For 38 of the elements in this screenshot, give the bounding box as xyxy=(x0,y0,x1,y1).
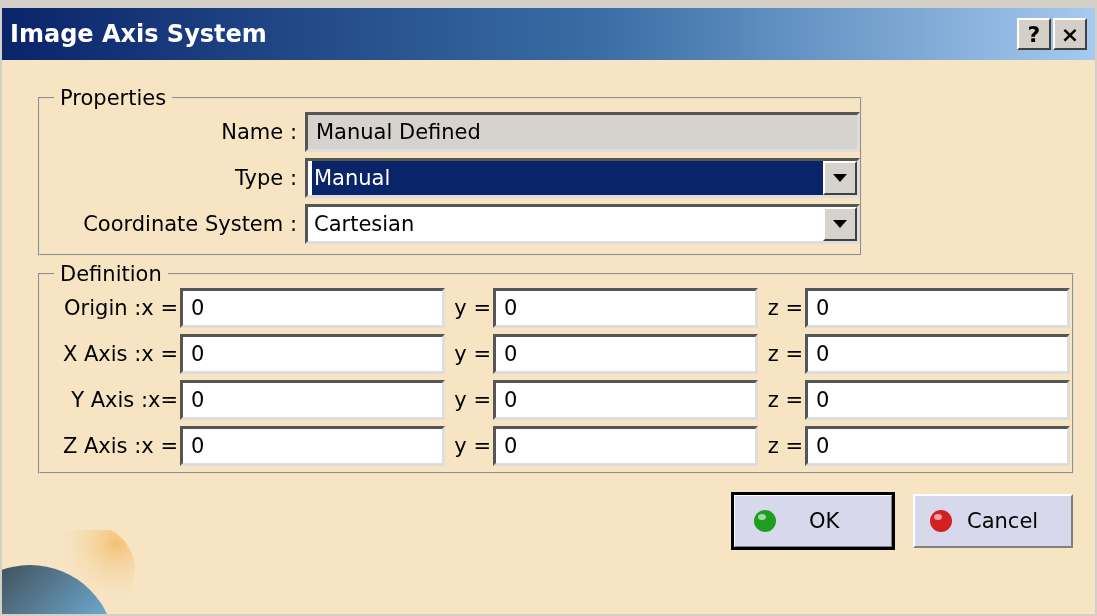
dialog-button[interactable]: Cancel xyxy=(913,494,1073,548)
dialog-button[interactable]: OK xyxy=(733,494,893,548)
coordinate-label: y = xyxy=(454,388,492,412)
coordinate-field[interactable]: 0 xyxy=(180,288,445,328)
dropdown-arrow-icon[interactable] xyxy=(833,220,847,228)
coordinate-label: z = xyxy=(767,342,804,366)
coordinate-label: y = xyxy=(454,342,492,366)
coordinate-label: z = xyxy=(767,296,804,320)
help-button[interactable]: ? xyxy=(1017,18,1051,50)
coordinate-label: Z Axis :x = xyxy=(62,434,179,458)
coordinate-field[interactable]: 0 xyxy=(805,334,1070,374)
field-label: Coordinate System : xyxy=(83,212,298,236)
coordinate-field[interactable]: 0 xyxy=(805,288,1070,328)
close-button[interactable]: × xyxy=(1053,18,1087,50)
coordinate-field[interactable]: 0 xyxy=(805,426,1070,466)
dropdown-field[interactable]: Manual xyxy=(305,158,860,198)
field-label: Type : xyxy=(235,166,298,190)
group-title: Definition xyxy=(59,262,163,286)
dropdown-field[interactable]: Cartesian xyxy=(305,204,860,244)
coordinate-field[interactable]: 0 xyxy=(180,380,445,420)
dropdown-arrow-icon[interactable] xyxy=(833,174,847,182)
field-label: Name : xyxy=(221,120,298,144)
coordinate-field[interactable]: 0 xyxy=(493,288,758,328)
coordinate-label: y = xyxy=(454,434,492,458)
coordinate-field[interactable]: 0 xyxy=(493,426,758,466)
coordinate-field[interactable]: 0 xyxy=(493,380,758,420)
coordinate-field[interactable]: 0 xyxy=(493,334,758,374)
coordinate-field[interactable]: 0 xyxy=(805,380,1070,420)
coordinate-label: z = xyxy=(767,434,804,458)
window-title: Image Axis System xyxy=(10,20,268,48)
group-title: Properties xyxy=(59,86,168,110)
coordinate-label: X Axis :x = xyxy=(62,342,179,366)
coordinate-label: y = xyxy=(454,296,492,320)
coordinate-field[interactable]: 0 xyxy=(180,334,445,374)
coordinate-label: Origin :x = xyxy=(64,296,179,320)
coordinate-label: Y Axis :x= xyxy=(71,388,179,412)
coordinate-field[interactable]: 0 xyxy=(180,426,445,466)
coordinate-label: z = xyxy=(767,388,804,412)
